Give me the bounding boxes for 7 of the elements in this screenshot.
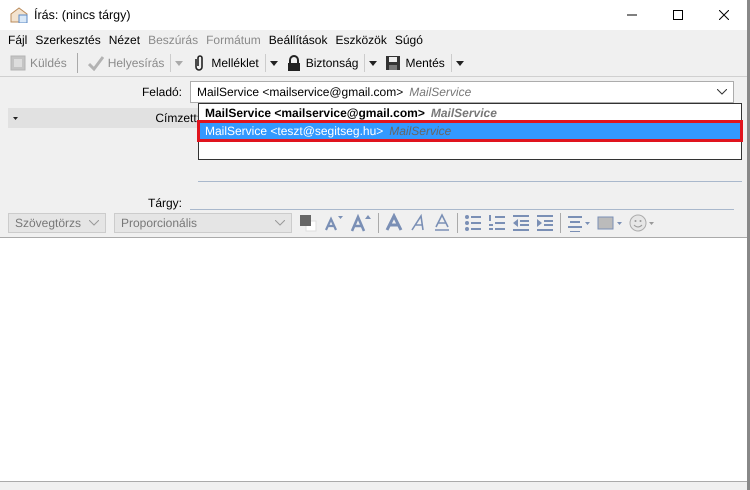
identity-label: MailService xyxy=(389,124,452,138)
field-label: Címzett: xyxy=(155,111,200,125)
window-title: Írás: (nincs tárgy) xyxy=(34,8,131,22)
identity-label: MailService xyxy=(409,85,472,99)
field-label: Tárgy: xyxy=(146,196,183,210)
field-label: Feladó: xyxy=(140,85,183,99)
identity-label: MailService xyxy=(430,106,497,120)
